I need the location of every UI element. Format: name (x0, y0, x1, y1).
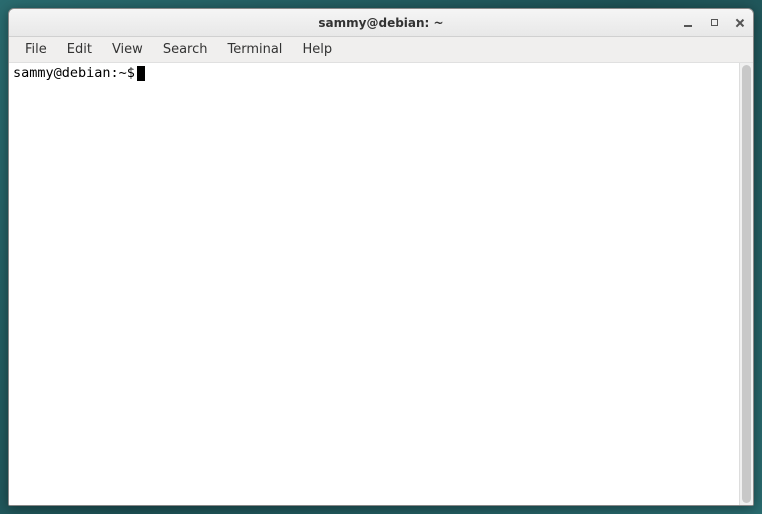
minimize-button[interactable] (681, 16, 695, 30)
vertical-scrollbar[interactable] (739, 63, 753, 505)
maximize-icon (711, 19, 718, 26)
shell-prompt: sammy@debian:~$ (13, 65, 135, 83)
close-button[interactable] (733, 16, 747, 30)
menu-view[interactable]: View (102, 39, 153, 60)
menu-search[interactable]: Search (153, 39, 218, 60)
window-controls (681, 9, 747, 36)
terminal-window: sammy@debian: ~ File Edit View Search Te… (8, 8, 754, 506)
titlebar[interactable]: sammy@debian: ~ (9, 9, 753, 37)
cursor-icon (137, 66, 145, 81)
close-icon (735, 18, 745, 28)
scrollbar-thumb[interactable] (742, 65, 751, 503)
window-title: sammy@debian: ~ (318, 16, 443, 30)
maximize-button[interactable] (707, 16, 721, 30)
menu-file[interactable]: File (15, 39, 57, 60)
terminal-content[interactable]: sammy@debian:~$ (9, 63, 739, 505)
menu-terminal[interactable]: Terminal (217, 39, 292, 60)
menu-edit[interactable]: Edit (57, 39, 102, 60)
terminal-area[interactable]: sammy@debian:~$ (9, 63, 753, 505)
prompt-line: sammy@debian:~$ (13, 65, 735, 83)
menubar: File Edit View Search Terminal Help (9, 37, 753, 63)
minimize-icon (684, 25, 692, 27)
menu-help[interactable]: Help (292, 39, 342, 60)
